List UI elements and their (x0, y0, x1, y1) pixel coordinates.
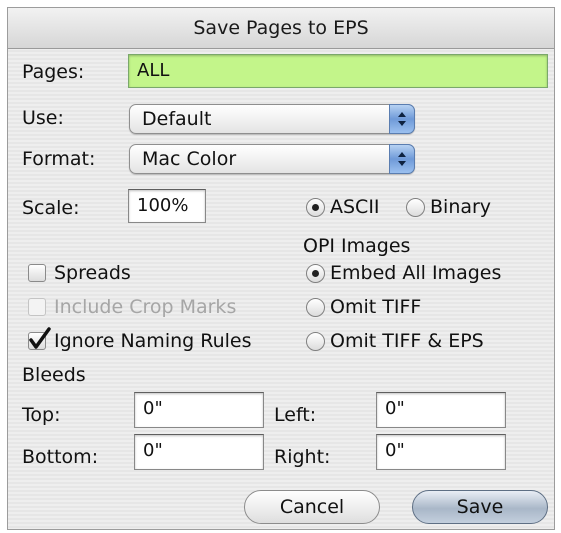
opi-heading: OPI Images (303, 235, 411, 257)
bleed-bottom-label: Bottom: (22, 446, 99, 468)
bleed-bottom-field[interactable]: 0" (134, 434, 264, 470)
cancel-button[interactable]: Cancel (244, 490, 380, 524)
opi-omit-tiff-eps-radio[interactable] (306, 332, 325, 351)
use-popup-value: Default (142, 108, 212, 130)
opi-embed-label: Embed All Images (330, 262, 502, 284)
opi-omit-tiff-eps-label: Omit TIFF & EPS (330, 330, 484, 352)
scale-field[interactable]: 100% (128, 189, 206, 223)
naming-rules-label: Ignore Naming Rules (54, 330, 252, 352)
crop-marks-label: Include Crop Marks (54, 296, 237, 318)
opi-omit-tiff-radio[interactable] (306, 298, 325, 317)
spreads-checkbox[interactable] (28, 264, 46, 282)
binary-label: Binary (430, 196, 492, 218)
bleed-left-label: Left: (274, 404, 317, 426)
crop-marks-checkbox[interactable] (28, 298, 46, 316)
use-popup[interactable]: Default (129, 104, 415, 134)
opi-embed-radio[interactable] (306, 264, 325, 283)
format-popup-value: Mac Color (142, 148, 237, 170)
save-button[interactable]: Save (412, 490, 548, 524)
use-label: Use: (22, 107, 64, 129)
ascii-label: ASCII (330, 196, 380, 218)
radio-selected-dot (312, 204, 319, 211)
naming-rules-checkbox[interactable] (28, 327, 51, 350)
format-label: Format: (22, 148, 96, 170)
dialog-title: Save Pages to EPS (193, 17, 369, 39)
checkmark-icon (29, 327, 51, 349)
pages-field[interactable]: ALL (128, 54, 548, 88)
bleed-right-field[interactable]: 0" (376, 434, 506, 470)
title-bar[interactable]: Save Pages to EPS (8, 8, 554, 49)
save-pages-eps-dialog: Save Pages to EPS Pages: ALL Use: Defaul… (7, 7, 555, 530)
opi-omit-tiff-label: Omit TIFF (330, 296, 422, 318)
spreads-label: Spreads (54, 262, 131, 284)
bleed-top-field[interactable]: 0" (134, 392, 264, 428)
popup-arrows-icon (389, 144, 415, 174)
binary-radio[interactable] (406, 198, 425, 217)
format-popup[interactable]: Mac Color (129, 144, 415, 174)
bleed-left-field[interactable]: 0" (376, 392, 506, 428)
radio-selected-dot (312, 270, 319, 277)
pages-label: Pages: (22, 61, 85, 83)
ascii-radio[interactable] (306, 198, 325, 217)
bleed-right-label: Right: (274, 446, 331, 468)
popup-arrows-icon (389, 104, 415, 134)
bleed-top-label: Top: (22, 404, 61, 426)
bleeds-heading: Bleeds (22, 364, 86, 386)
scale-label: Scale: (22, 197, 80, 219)
